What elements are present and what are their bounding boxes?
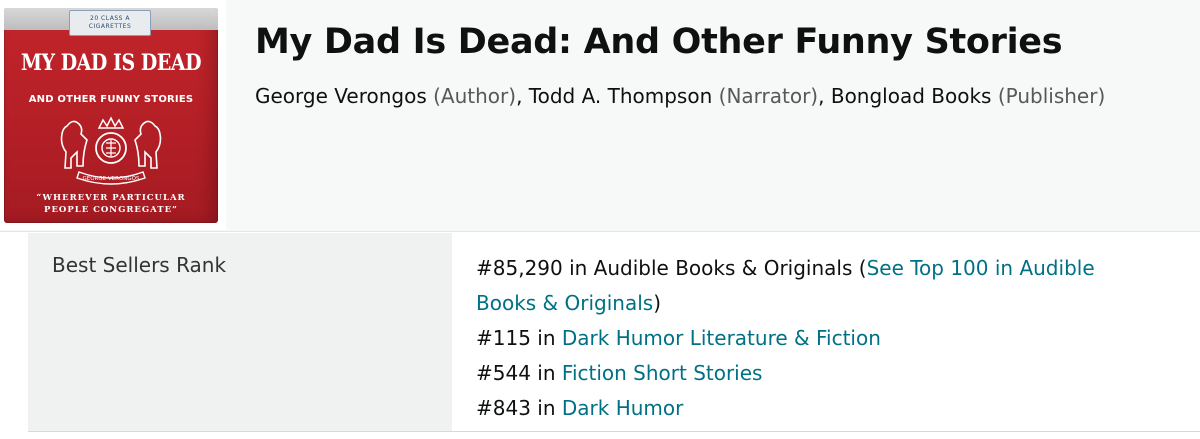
contributor-name[interactable]: Todd A. Thompson xyxy=(529,84,713,108)
contributor-name[interactable]: Bongload Books xyxy=(831,84,992,108)
coat-of-arms-icon: GEORGE VERONGOS xyxy=(60,116,162,185)
cover-stamp-line2: CIGARETTES xyxy=(88,23,132,30)
cover-title-text: MY DAD IS DEAD xyxy=(20,50,202,76)
cover-tagline-line2: PEOPLE CONGREGATE” xyxy=(44,205,178,215)
see-top-100-link[interactable]: See Top 100 in Audible xyxy=(867,256,1095,280)
rank-line-category: #843 in Dark Humor xyxy=(476,391,1176,426)
cover-subtitle-text: AND OTHER FUNNY STORIES xyxy=(28,94,194,105)
cover-crest-text: GEORGE VERONGOS xyxy=(83,176,140,182)
cover-tax-stamp: 20 CLASS A CIGARETTES xyxy=(69,10,151,36)
rank-line-audible: #85,290 in Audible Books & Originals (Se… xyxy=(476,251,1176,286)
category-link-dark-humor[interactable]: Dark Humor xyxy=(562,396,683,420)
rank-list: #85,290 in Audible Books & Originals (Se… xyxy=(476,251,1176,426)
cover-image-frame[interactable]: 20 CLASS A CIGARETTES MY DAD IS DEAD AND… xyxy=(0,0,226,230)
rank-number: #544 in xyxy=(476,361,562,385)
rank-audible-text: #85,290 in Audible Books & Originals ( xyxy=(476,256,867,280)
rank-number: #843 in xyxy=(476,396,562,420)
rank-line-category: #544 in Fiction Short Stories xyxy=(476,356,1176,391)
contributor-author[interactable]: George Verongos (Author), xyxy=(255,84,529,108)
rank-line-audible-cont: Books & Originals) xyxy=(476,286,1176,321)
contributor-narrator[interactable]: Todd A. Thompson (Narrator), xyxy=(529,84,831,108)
see-top-100-link-continued[interactable]: Books & Originals xyxy=(476,291,653,315)
rank-line-category: #115 in Dark Humor Literature & Fiction xyxy=(476,321,1176,356)
product-header: 20 CLASS A CIGARETTES MY DAD IS DEAD AND… xyxy=(0,0,1200,232)
contributor-separator: , xyxy=(516,84,529,108)
contributor-name[interactable]: George Verongos xyxy=(255,84,427,108)
book-cover-image[interactable]: 20 CLASS A CIGARETTES MY DAD IS DEAD AND… xyxy=(4,8,218,223)
category-link-short-stories[interactable]: Fiction Short Stories xyxy=(562,361,763,385)
best-sellers-rank-row: Best Sellers Rank #85,290 in Audible Boo… xyxy=(28,233,1200,432)
detail-value-cell: #85,290 in Audible Books & Originals (Se… xyxy=(452,233,1200,431)
contributors-line: George Verongos (Author), Todd A. Thomps… xyxy=(255,84,1105,108)
best-sellers-rank-label: Best Sellers Rank xyxy=(52,253,227,277)
product-title: My Dad Is Dead: And Other Funny Stories xyxy=(255,22,1063,62)
contributor-role: (Publisher) xyxy=(997,84,1106,108)
contributor-role: (Author) xyxy=(433,84,517,108)
cover-tagline: “WHEREVER PARTICULAR PEOPLE CONGREGATE” xyxy=(4,192,218,216)
rank-number: #115 in xyxy=(476,326,562,350)
contributor-publisher[interactable]: Bongload Books (Publisher) xyxy=(831,84,1105,108)
rank-audible-close-paren: ) xyxy=(653,291,661,315)
cover-stamp-line1: 20 CLASS A xyxy=(90,15,130,22)
cover-tagline-line1: “WHEREVER PARTICULAR xyxy=(36,193,186,203)
category-link-dark-humor-lit[interactable]: Dark Humor Literature & Fiction xyxy=(562,326,881,350)
detail-label-cell: Best Sellers Rank xyxy=(28,233,452,431)
contributor-role: (Narrator) xyxy=(718,84,819,108)
contributor-separator: , xyxy=(818,84,831,108)
